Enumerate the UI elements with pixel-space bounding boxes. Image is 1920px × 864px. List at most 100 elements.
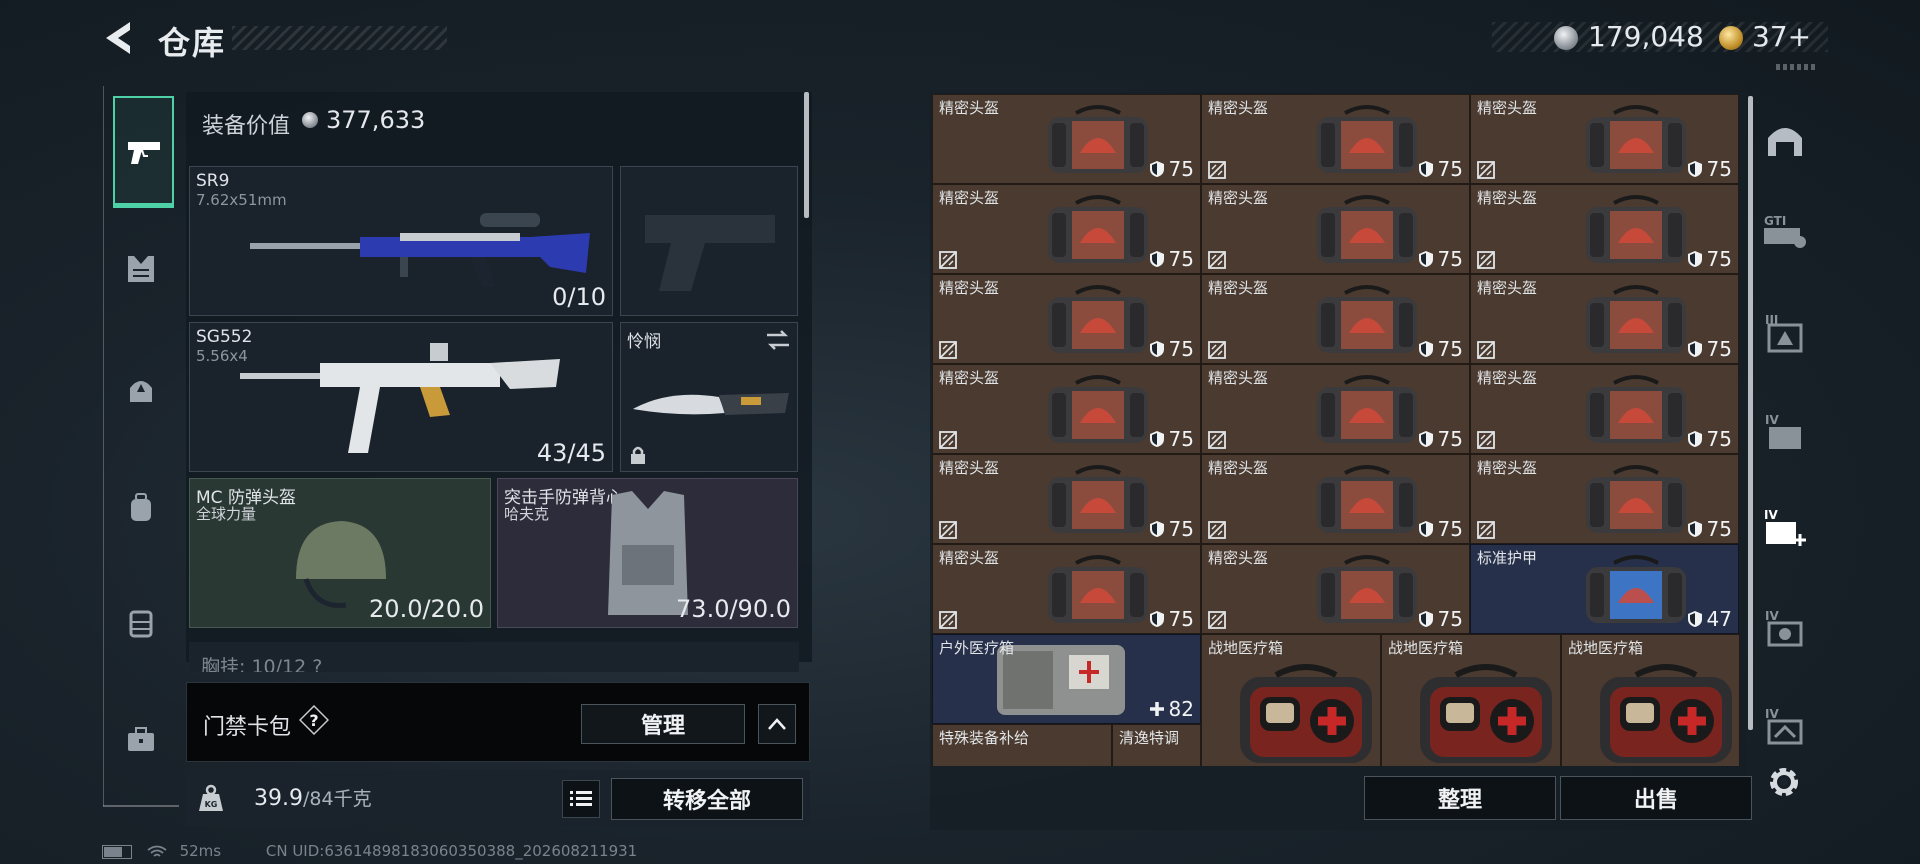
item-value: 75 bbox=[1418, 337, 1463, 361]
shield-icon bbox=[1687, 161, 1702, 177]
no-repair-icon bbox=[939, 431, 957, 449]
storage-item[interactable]: 户外医疗箱 82 bbox=[932, 634, 1201, 724]
storage-item[interactable]: 精密头盔 75 bbox=[932, 184, 1201, 274]
storage-item[interactable]: 精密头盔 75 bbox=[932, 454, 1201, 544]
settings-button[interactable] bbox=[1764, 762, 1804, 802]
storage-item[interactable]: 战地医疗箱 bbox=[1561, 634, 1740, 766]
item-value-text: 75 bbox=[1437, 337, 1463, 361]
storage-item[interactable]: 精密头盔 75 bbox=[932, 94, 1201, 184]
tab-iv[interactable]: IV bbox=[1760, 408, 1810, 458]
storage-item[interactable]: 精密头盔 75 bbox=[1470, 94, 1739, 184]
storage-item[interactable]: 精密头盔 75 bbox=[1201, 184, 1470, 274]
category-armor[interactable] bbox=[114, 242, 168, 296]
storage-item[interactable]: 清逸特调 bbox=[1112, 724, 1201, 766]
svg-text:IV: IV bbox=[1765, 413, 1779, 427]
helmet-case-icon bbox=[1047, 465, 1148, 533]
item-value: 75 bbox=[1149, 427, 1194, 451]
melee-slot[interactable]: 怜悯 bbox=[620, 322, 798, 472]
storage-item[interactable]: 精密头盔 75 bbox=[932, 364, 1201, 454]
storage-item[interactable]: 标准护甲 47 bbox=[1470, 544, 1739, 634]
plus-icon bbox=[1149, 702, 1164, 716]
category-rig[interactable] bbox=[114, 596, 168, 650]
help-button[interactable]: ? bbox=[298, 704, 330, 736]
status-line: 52ms CN UID:63614898183060350388_2026082… bbox=[102, 842, 637, 860]
storage-item[interactable]: 精密头盔 75 bbox=[932, 274, 1201, 364]
shield-icon bbox=[1687, 341, 1702, 357]
equip-value-label: 装备价值 bbox=[202, 114, 291, 139]
helmet-slot[interactable]: MC 防弹头盔 全球力量 20.0/20.0 bbox=[189, 478, 491, 628]
item-name: 清逸特调 bbox=[1119, 729, 1180, 747]
list-view-button[interactable] bbox=[562, 780, 600, 818]
item-value-text: 75 bbox=[1168, 607, 1194, 631]
sell-button[interactable]: 出售 bbox=[1560, 776, 1752, 820]
chest-rig-row[interactable]: 胸挂: 10/12 ? bbox=[189, 642, 799, 672]
item-value-text: 75 bbox=[1437, 427, 1463, 451]
storage-item[interactable]: 精密头盔 75 bbox=[1470, 184, 1739, 274]
tab-iv-c[interactable]: IV bbox=[1760, 702, 1810, 752]
storage-item[interactable]: 特殊装备补给 bbox=[932, 724, 1112, 766]
category-toolbox[interactable] bbox=[114, 712, 168, 766]
storage-item[interactable]: 战地医疗箱 bbox=[1201, 634, 1381, 766]
item-name: 精密头盔 bbox=[1477, 279, 1538, 297]
secondary-weapon-slot[interactable]: SG552 5.56x4 43/45 bbox=[189, 322, 613, 472]
swap-icon[interactable] bbox=[765, 329, 791, 351]
svg-text:KG: KG bbox=[205, 800, 218, 809]
no-repair-icon bbox=[939, 341, 957, 359]
primary-weapon-slot[interactable]: SR9 7.62x51mm 0/10 bbox=[189, 166, 613, 316]
pistol-slot-empty[interactable] bbox=[620, 166, 798, 316]
no-repair-icon bbox=[939, 521, 957, 539]
item-value: 75 bbox=[1149, 517, 1194, 541]
svg-text:GTI: GTI bbox=[1764, 214, 1786, 228]
item-name: 精密头盔 bbox=[1208, 279, 1269, 297]
storage-scrollbar[interactable] bbox=[1748, 96, 1753, 730]
category-helmet[interactable] bbox=[114, 364, 168, 418]
transfer-all-button[interactable]: 转移全部 bbox=[611, 778, 803, 820]
tab-iii[interactable]: III bbox=[1760, 308, 1810, 358]
shield-icon bbox=[1149, 611, 1164, 627]
no-repair-icon bbox=[1208, 431, 1226, 449]
item-value: 75 bbox=[1687, 157, 1732, 181]
storage-item[interactable]: 精密头盔 75 bbox=[1470, 274, 1739, 364]
storage-item[interactable]: 精密头盔 75 bbox=[1201, 274, 1470, 364]
storage-item[interactable]: 精密头盔 75 bbox=[1201, 364, 1470, 454]
item-value: 75 bbox=[1418, 607, 1463, 631]
item-value-text: 82 bbox=[1168, 697, 1194, 721]
storage-item[interactable]: 精密头盔 75 bbox=[1470, 454, 1739, 544]
silver-coin-icon bbox=[1554, 26, 1578, 50]
weapon-ammo: 0/10 bbox=[552, 283, 606, 311]
gold-currency-value[interactable]: 37+ bbox=[1752, 20, 1811, 53]
storage-item[interactable]: 精密头盔 75 bbox=[1201, 94, 1470, 184]
item-value-text: 75 bbox=[1706, 157, 1732, 181]
top-bar: 仓库 179,048 37+ bbox=[0, 0, 1920, 80]
storage-item[interactable]: 精密头盔 75 bbox=[1470, 364, 1739, 454]
storage-item[interactable]: 精密头盔 75 bbox=[932, 544, 1201, 634]
item-value-text: 75 bbox=[1168, 427, 1194, 451]
storage-grid: 精密头盔 75 精密头盔 75 精密头盔 75 精密头盔 75 精密头盔 75 精密头盔 75 精密头盔… bbox=[932, 94, 1740, 766]
item-value-text: 75 bbox=[1437, 157, 1463, 181]
loadout-scrollbar[interactable] bbox=[804, 92, 809, 218]
storage-item[interactable]: 精密头盔 75 bbox=[1201, 454, 1470, 544]
vest-slot[interactable]: 突击手防弹背心 哈夫克 73.0/90.0 bbox=[497, 478, 798, 628]
category-weapons[interactable] bbox=[113, 96, 174, 208]
tab-helmet[interactable] bbox=[1760, 114, 1810, 164]
helmet-case-icon bbox=[1316, 375, 1417, 443]
storage-item[interactable]: 精密头盔 75 bbox=[1201, 544, 1470, 634]
chevron-up-icon bbox=[768, 718, 786, 730]
item-value: 47 bbox=[1687, 607, 1732, 631]
silver-currency-value: 179,048 bbox=[1588, 20, 1704, 53]
no-repair-icon bbox=[1477, 521, 1495, 539]
iv-c-tab-icon: IV bbox=[1765, 707, 1803, 745]
tab-iv-b[interactable]: IV bbox=[1760, 604, 1810, 654]
collapse-button[interactable] bbox=[758, 704, 796, 744]
manage-button[interactable]: 管理 bbox=[581, 704, 745, 744]
tab-gti[interactable]: GTI bbox=[1760, 206, 1810, 256]
iv-tab-icon: IV bbox=[1765, 413, 1801, 449]
item-name: 精密头盔 bbox=[1208, 369, 1269, 387]
category-backpack[interactable] bbox=[114, 481, 168, 535]
sort-button[interactable]: 整理 bbox=[1364, 776, 1556, 820]
back-button[interactable] bbox=[100, 18, 140, 58]
vest-durability: 73.0/90.0 bbox=[676, 595, 791, 623]
storage-item[interactable]: 战地医疗箱 bbox=[1381, 634, 1561, 766]
item-name: 精密头盔 bbox=[939, 549, 1000, 567]
tab-iv-add[interactable]: IV bbox=[1760, 504, 1810, 554]
